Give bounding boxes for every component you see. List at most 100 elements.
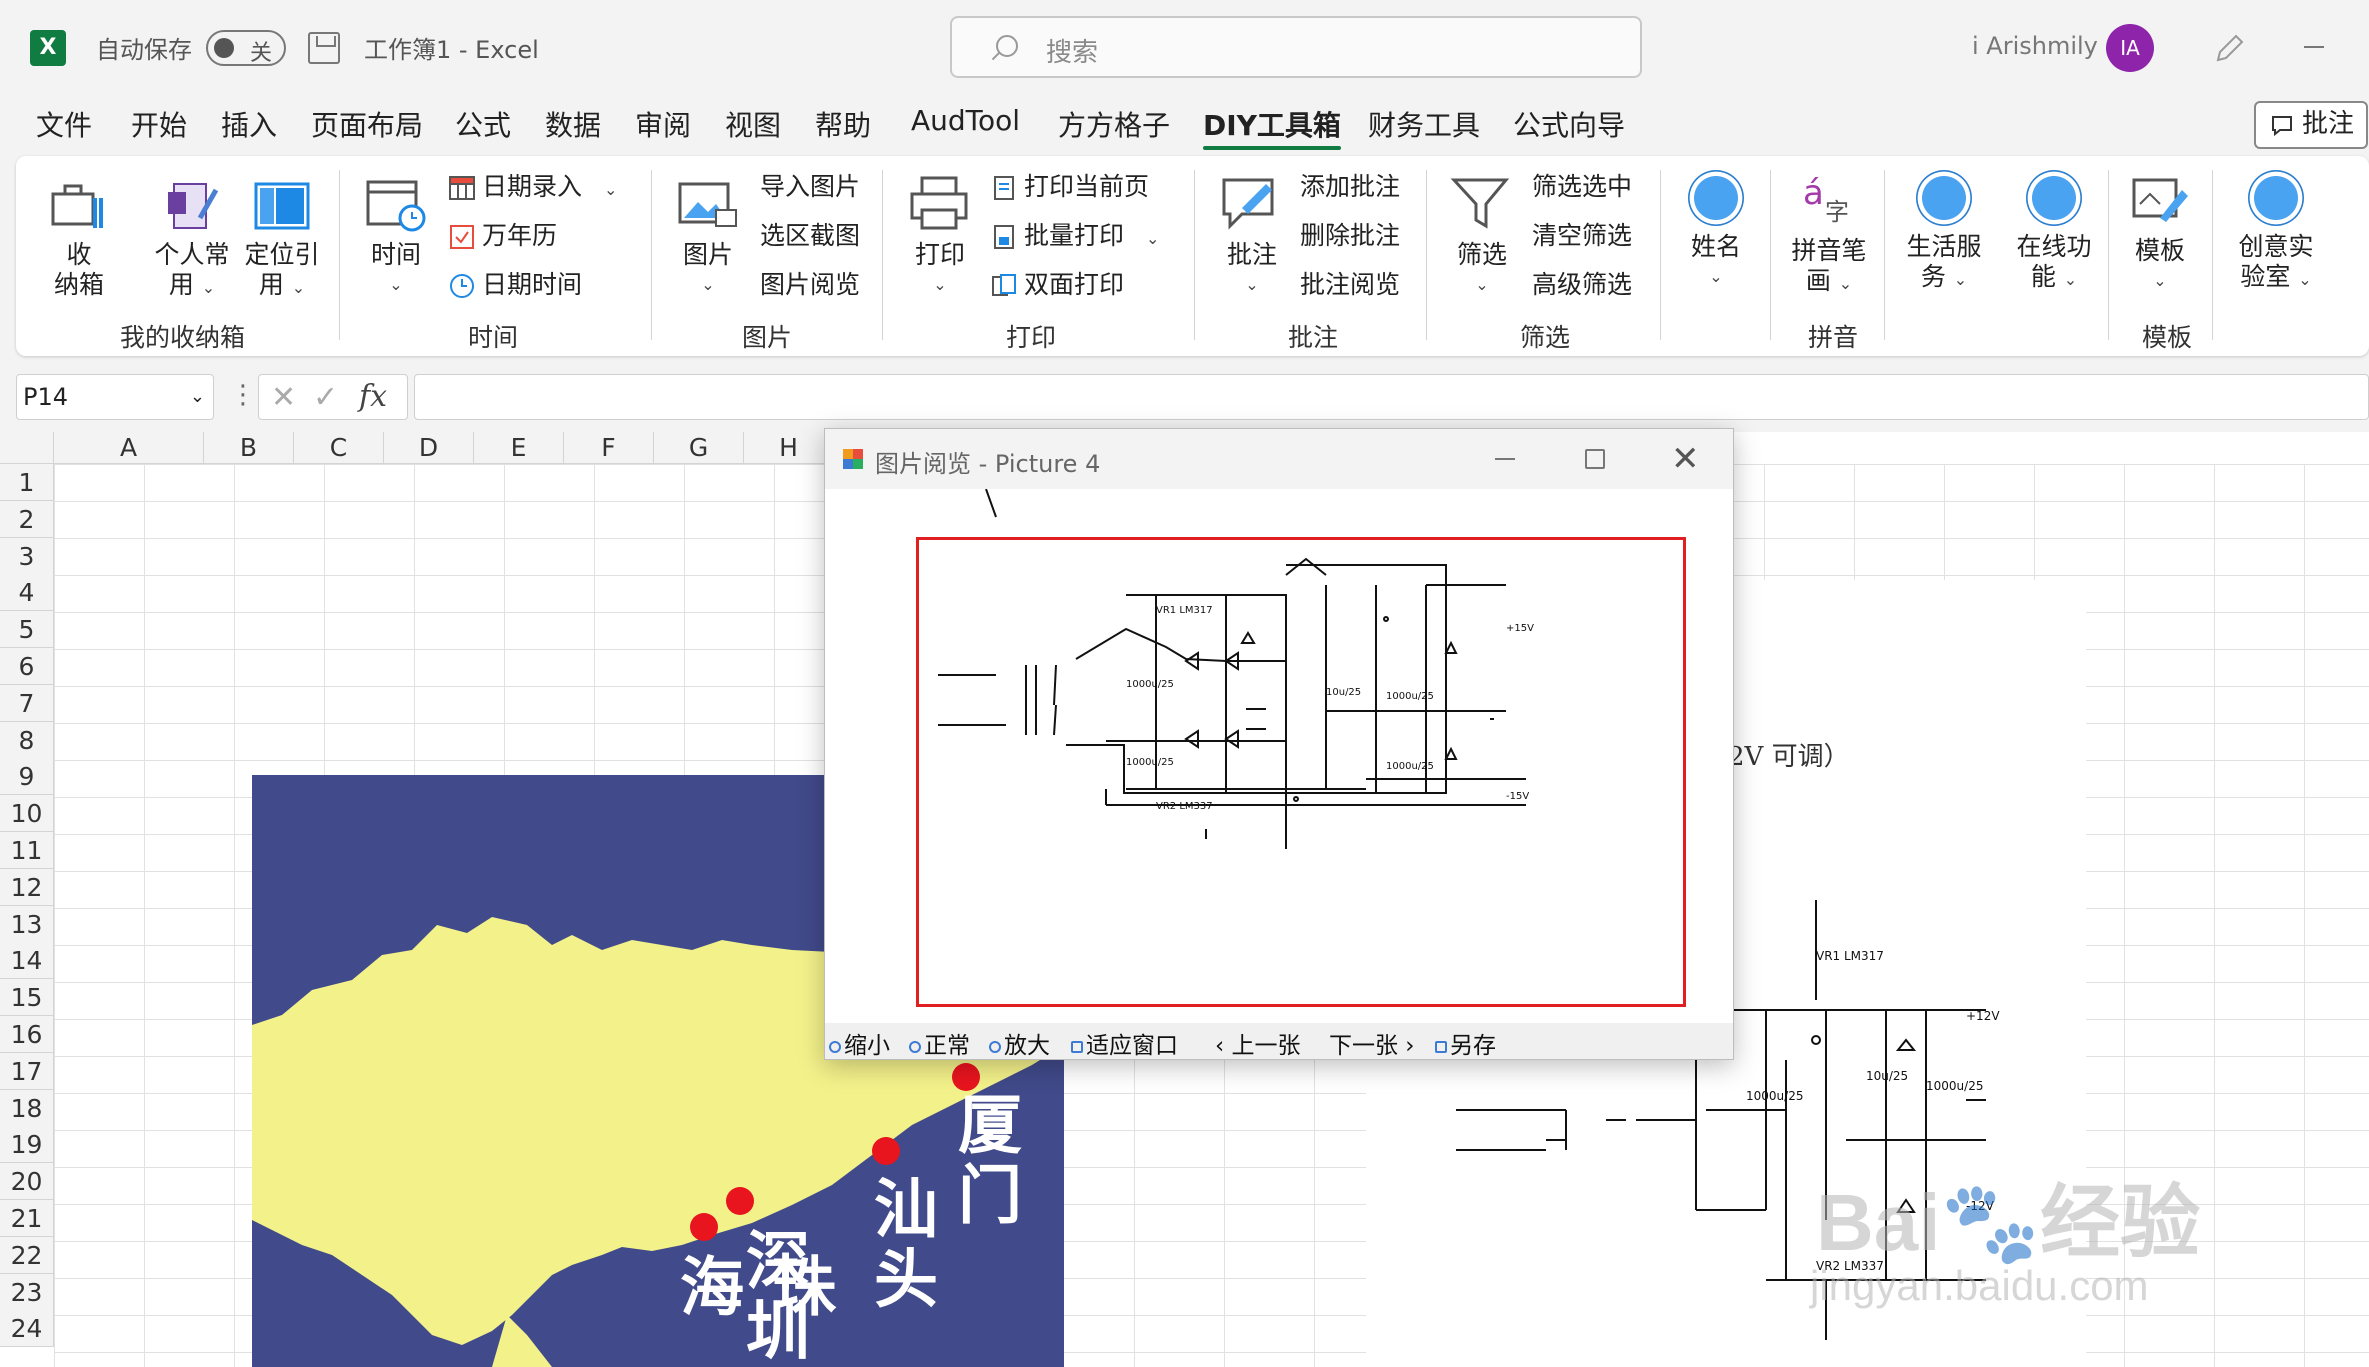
row-header-5[interactable]: 5 xyxy=(0,611,54,649)
formula-input[interactable] xyxy=(414,374,2369,420)
column-header-h[interactable]: H xyxy=(744,432,834,464)
name-button[interactable]: 姓名 ⌄ xyxy=(1676,170,1756,292)
column-header-a[interactable]: A xyxy=(54,432,204,464)
dialog-title-bar[interactable]: 图片阅览 - Picture 4 ✕ xyxy=(825,429,1733,489)
search-box[interactable]: 搜索 xyxy=(950,16,1642,78)
tab-formula-wizard[interactable]: 公式向导 xyxy=(1513,104,1625,144)
advanced-filter-button[interactable]: 高级筛选 xyxy=(1532,268,1632,302)
select-all-corner[interactable] xyxy=(0,432,54,464)
next-button[interactable]: 下一张 › xyxy=(1329,1026,1415,1060)
filter-selected-button[interactable]: 筛选选中 xyxy=(1532,170,1632,204)
row-header-16[interactable]: 16 xyxy=(0,1016,54,1053)
clear-filter-button[interactable]: 清空筛选 xyxy=(1532,219,1632,253)
comment-button[interactable]: 批注 ⌄ xyxy=(1216,174,1288,300)
tab-fangfang[interactable]: 方方格子 xyxy=(1058,104,1170,144)
picture-view-button[interactable]: 图片阅览 xyxy=(760,268,860,302)
life-services-button[interactable]: 生活服 务 ⌄ xyxy=(1896,170,1992,295)
creative-lab-button[interactable]: 创意实 验室 ⌄ xyxy=(2226,170,2326,295)
tab-page-layout[interactable]: 页面布局 xyxy=(311,104,423,144)
user-name[interactable]: i Arishmily xyxy=(1972,32,2098,60)
tab-insert[interactable]: 插入 xyxy=(221,104,277,144)
datetime-button[interactable]: 日期时间 xyxy=(448,268,582,302)
row-header-14[interactable]: 14 xyxy=(0,942,54,980)
add-comment-button[interactable]: 添加批注 xyxy=(1300,170,1400,204)
storage-box-button[interactable]: 收 纳箱 xyxy=(44,178,114,300)
batch-print-button[interactable]: 批量打印 ⌄ xyxy=(990,219,1159,253)
delete-comment-button[interactable]: 删除批注 xyxy=(1300,219,1400,253)
tab-view[interactable]: 视图 xyxy=(725,104,781,144)
column-header-d[interactable]: D xyxy=(384,432,474,464)
column-header-c[interactable]: C xyxy=(294,432,384,464)
pen-icon[interactable] xyxy=(2212,32,2246,66)
normal-size-button[interactable]: 正常 xyxy=(909,1026,970,1060)
zoom-in-button[interactable]: 放大 xyxy=(989,1026,1050,1060)
print-current-page-button[interactable]: 打印当前页 xyxy=(990,170,1149,204)
tab-diy-toolbox[interactable]: DIY工具箱 xyxy=(1203,104,1341,150)
tab-home[interactable]: 开始 xyxy=(131,104,187,144)
picture-button[interactable]: 图片 ⌄ xyxy=(672,174,744,300)
row-header-22[interactable]: 22 xyxy=(0,1236,54,1274)
tab-data[interactable]: 数据 xyxy=(545,104,601,144)
row-header-4[interactable]: 4 xyxy=(0,574,54,612)
row-header-12[interactable]: 12 xyxy=(0,868,54,906)
region-capture-button[interactable]: 选区截图 xyxy=(760,219,860,253)
column-header-g[interactable]: G xyxy=(654,432,744,464)
row-header-17[interactable]: 17 xyxy=(0,1052,54,1090)
perpetual-calendar-button[interactable]: 万年历 xyxy=(448,219,557,253)
more-options-icon[interactable]: ⋮ xyxy=(230,380,256,410)
tab-finance-tools[interactable]: 财务工具 xyxy=(1368,104,1480,144)
print-button[interactable]: 打印 ⌄ xyxy=(904,174,976,300)
column-header-f[interactable]: F xyxy=(564,432,654,464)
row-header-20[interactable]: 20 xyxy=(0,1163,54,1201)
row-header-2[interactable]: 2 xyxy=(0,500,54,538)
row-header-10[interactable]: 10 xyxy=(0,795,54,833)
comments-button[interactable]: 批注 xyxy=(2254,101,2368,149)
dialog-maximize-button[interactable] xyxy=(1585,449,1605,469)
row-header-7[interactable]: 7 xyxy=(0,684,54,722)
row-header-11[interactable]: 11 xyxy=(0,832,54,869)
date-entry-button[interactable]: 日期录入 ⌄ xyxy=(448,170,617,204)
tab-formulas[interactable]: 公式 xyxy=(455,104,511,144)
row-header-24[interactable]: 24 xyxy=(0,1310,54,1348)
row-header-3[interactable]: 3 xyxy=(0,537,54,575)
online-features-button[interactable]: 在线功 能 ⌄ xyxy=(2006,170,2102,295)
avatar[interactable]: IA xyxy=(2106,24,2154,72)
picture-canvas[interactable]: VR1 LM317 +15V 1000u/25 10u/25 1000u/25 … xyxy=(826,489,1732,1017)
fit-window-button[interactable]: 适应窗口 xyxy=(1071,1026,1178,1060)
duplex-print-button[interactable]: 双面打印 xyxy=(990,268,1124,302)
row-header-18[interactable]: 18 xyxy=(0,1089,54,1127)
row-header-13[interactable]: 13 xyxy=(0,905,54,943)
tab-help[interactable]: 帮助 xyxy=(815,104,871,144)
zoom-out-button[interactable]: 缩小 xyxy=(829,1026,890,1060)
tab-file[interactable]: 文件 xyxy=(36,104,92,144)
tab-review[interactable]: 审阅 xyxy=(635,104,691,144)
column-header-e[interactable]: E xyxy=(474,432,564,464)
dialog-minimize-button[interactable] xyxy=(1495,458,1515,460)
dialog-close-button[interactable]: ✕ xyxy=(1671,439,1700,479)
row-header-1[interactable]: 1 xyxy=(0,464,54,501)
name-box[interactable]: P14 ⌄ xyxy=(16,374,214,420)
save-icon[interactable] xyxy=(308,32,340,64)
chevron-down-icon[interactable]: ⌄ xyxy=(190,375,205,419)
template-button[interactable]: 模板 ⌄ xyxy=(2120,174,2200,296)
row-header-8[interactable]: 8 xyxy=(0,721,54,759)
enter-icon[interactable]: ✓ xyxy=(313,380,338,415)
column-header-b[interactable]: B xyxy=(204,432,294,464)
insert-function-icon[interactable]: fx xyxy=(359,379,387,414)
row-header-9[interactable]: 9 xyxy=(0,758,54,796)
tab-audtool[interactable]: AudTool xyxy=(911,104,1020,137)
row-header-15[interactable]: 15 xyxy=(0,979,54,1017)
personal-common-button[interactable]: 个人常 用 ⌄ xyxy=(150,178,234,303)
save-as-button[interactable]: 另存 xyxy=(1435,1026,1496,1060)
cancel-icon[interactable]: ✕ xyxy=(271,380,296,415)
row-header-6[interactable]: 6 xyxy=(0,648,54,685)
autosave-toggle[interactable]: 关 xyxy=(206,30,286,66)
minimize-button[interactable] xyxy=(2304,46,2324,48)
row-header-19[interactable]: 19 xyxy=(0,1126,54,1164)
view-comment-button[interactable]: 批注阅览 xyxy=(1300,268,1400,302)
import-picture-button[interactable]: 导入图片 xyxy=(760,170,860,204)
row-header-23[interactable]: 23 xyxy=(0,1273,54,1311)
previous-button[interactable]: ‹ 上一张 xyxy=(1215,1026,1301,1060)
filter-button[interactable]: 筛选 ⌄ xyxy=(1446,174,1518,300)
locate-reference-button[interactable]: 定位引 用 ⌄ xyxy=(240,178,324,303)
